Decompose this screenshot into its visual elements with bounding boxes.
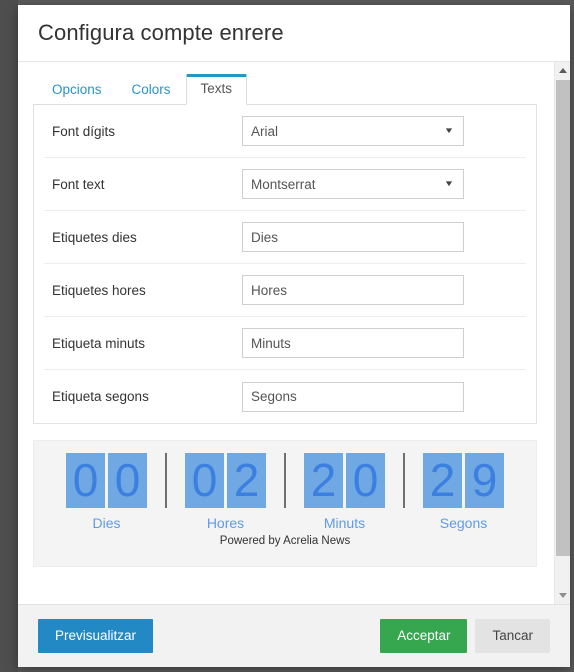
countdown-digit: 9 [465,453,504,508]
chevron-down-icon: ▼ [443,179,455,188]
countdown-label-hours: Hores [206,515,245,531]
vertical-scrollbar[interactable] [554,62,570,604]
accept-button[interactable]: Acceptar [380,619,468,653]
form-row-label-hours: Etiquetes hores [44,264,526,317]
font-text-value: Montserrat [251,176,316,192]
countdown-digit: 0 [108,453,147,508]
scroll-down-arrow-icon [559,593,567,598]
footer-actions: Acceptar Tancar [380,619,550,653]
countdown-unit-days: 0 0 Dies [48,453,165,531]
label-etiquetes-dies: Etiquetes dies [52,229,137,245]
scroll-up-arrow-icon [559,68,567,73]
countdown-digit: 0 [346,453,385,508]
label-days-input[interactable] [242,222,464,252]
countdown-digits-seconds: 2 9 [423,453,504,508]
dialog-body-content: Opcions Colors Texts Font dígits Arial ▼… [18,62,552,567]
powered-by-text: Powered by Acrelia News [219,535,351,547]
label-etiquetes-hores: Etiquetes hores [52,282,146,298]
countdown-settings-dialog: Configura compte enrere Opcions Colors T… [18,5,570,667]
label-hours-input[interactable] [242,275,464,305]
font-digits-select[interactable]: Arial ▼ [242,116,464,146]
label-minutes-input[interactable] [242,328,464,358]
countdown-digits-minutes: 2 0 [304,453,385,508]
countdown-unit-hours: 0 2 Hores [167,453,284,531]
tab-texts[interactable]: Texts [185,74,248,105]
tab-opcions[interactable]: Opcions [37,75,117,105]
countdown-unit-minutes: 2 0 Minuts [286,453,403,531]
scroll-up-button[interactable] [555,62,570,79]
font-text-select[interactable]: Montserrat ▼ [242,169,464,199]
close-button[interactable]: Tancar [475,619,550,653]
dialog-footer: Previsualitzar Acceptar Tancar [18,604,570,667]
texts-settings-panel: Font dígits Arial ▼ Font text Montserrat… [33,105,537,424]
scroll-down-button[interactable] [555,587,570,604]
label-font-digits: Font dígits [52,123,116,139]
countdown-preview: 0 0 Dies 0 2 Hores 2 0 Minuts 2 9 Segons… [33,440,537,567]
scrollbar-thumb[interactable] [556,80,570,556]
countdown-digit: 2 [227,453,266,508]
countdown-digit: 2 [304,453,343,508]
form-row-font-digits: Font dígits Arial ▼ [44,105,526,158]
countdown-digits-hours: 0 2 [185,453,266,508]
dialog-body: Opcions Colors Texts Font dígits Arial ▼… [18,62,570,604]
countdown-units: 0 0 Dies 0 2 Hores 2 0 Minuts 2 9 Segons [34,441,536,531]
label-etiqueta-segons: Etiqueta segons [52,389,149,404]
form-row-label-seconds: Etiqueta segons [44,370,526,423]
tab-bar: Opcions Colors Texts [33,74,537,105]
label-etiqueta-minuts: Etiqueta minuts [52,335,146,351]
countdown-label-seconds: Segons [439,515,488,531]
font-digits-value: Arial [251,123,279,139]
preview-button[interactable]: Previsualitzar [38,619,154,653]
countdown-digit: 0 [185,453,224,508]
countdown-digit: 0 [66,453,105,508]
countdown-label-minutes: Minuts [323,515,366,531]
dialog-header: Configura compte enrere [18,5,570,62]
page-title: Configura compte enrere [38,20,284,45]
label-seconds-input[interactable] [242,381,464,412]
countdown-label-days: Dies [92,515,121,531]
form-row-font-text: Font text Montserrat ▼ [44,158,526,211]
label-font-text: Font text [52,176,105,192]
countdown-digits-days: 0 0 [66,453,147,508]
countdown-unit-seconds: 2 9 Segons [405,453,522,531]
countdown-digit: 2 [423,453,462,508]
tab-colors[interactable]: Colors [117,75,186,105]
page-behind-modal [0,0,18,672]
form-row-label-days: Etiquetes dies [44,211,526,264]
form-row-label-minutes: Etiqueta minuts [44,317,526,370]
chevron-down-icon: ▼ [443,126,455,135]
